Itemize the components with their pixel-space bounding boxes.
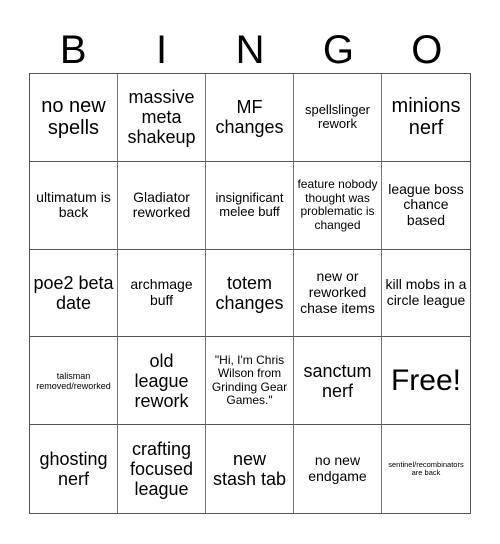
cell-text: sanctum nerf: [303, 360, 372, 401]
cell-text: massive meta shakeup: [127, 87, 196, 148]
cell-text: minions nerf: [391, 95, 461, 140]
cell-text: kill mobs in a circle league: [385, 276, 467, 308]
cell-text: poe2 beta date: [33, 272, 114, 313]
bingo-cell[interactable]: no new endgame: [294, 425, 382, 513]
bingo-cell[interactable]: archmage buff: [118, 249, 206, 338]
cell-text: no new spells: [41, 95, 106, 140]
free-space-cell[interactable]: Free!: [382, 337, 470, 426]
cell-text: new or reworked chase items: [300, 268, 375, 316]
bingo-cell[interactable]: talisman removed/reworked: [30, 337, 118, 426]
header-letter-i: I: [156, 28, 168, 72]
cell-text: archmage buff: [130, 276, 193, 308]
cell-text: crafting focused league: [129, 438, 194, 500]
bingo-cell[interactable]: MF changes: [206, 74, 294, 162]
bingo-cell[interactable]: crafting focused league: [118, 425, 206, 513]
bingo-cell[interactable]: poe2 beta date: [30, 249, 118, 338]
bingo-cell[interactable]: no new spells: [30, 74, 118, 162]
header-letter-n: N: [235, 28, 265, 72]
bingo-header: B I N G O: [29, 28, 471, 73]
cell-text: Free!: [390, 363, 462, 397]
bingo-cell[interactable]: league boss chance based: [382, 162, 470, 250]
cell-text: old league rework: [134, 350, 189, 411]
cell-text: feature nobody thought was problematic i…: [297, 177, 378, 232]
bingo-cell[interactable]: new or reworked chase items: [294, 249, 382, 338]
bingo-cell[interactable]: insignificant melee buff: [206, 161, 294, 250]
cell-text: no new endgame: [308, 452, 367, 485]
cell-text: spellslinger rework: [304, 101, 371, 132]
header-letter-g: G: [322, 28, 354, 72]
bingo-cell[interactable]: ghosting nerf: [30, 425, 118, 513]
bingo-cell[interactable]: sanctum nerf: [294, 337, 382, 426]
bingo-cell[interactable]: feature nobody thought was problematic i…: [294, 161, 382, 250]
bingo-grid: no new spells massive meta shakeup MF ch…: [29, 73, 471, 514]
header-letter-o: O: [411, 28, 443, 72]
bingo-cell[interactable]: minions nerf: [382, 74, 470, 162]
bingo-cell[interactable]: "Hi, I'm Chris Wilson from Grinding Gear…: [206, 337, 294, 426]
bingo-cell[interactable]: new stash tab: [206, 425, 294, 513]
cell-text: insignificant melee buff: [215, 189, 284, 220]
cell-text: "Hi, I'm Chris Wilson from Grinding Gear…: [211, 352, 288, 408]
cell-text: talisman removed/reworked: [36, 370, 111, 391]
bingo-cell[interactable]: totem changes: [206, 249, 294, 338]
bingo-cell[interactable]: ultimatum is back: [30, 161, 118, 250]
bingo-cell[interactable]: spellslinger rework: [294, 74, 382, 162]
cell-text: totem changes: [215, 272, 284, 313]
cell-text: ultimatum is back: [36, 188, 111, 221]
cell-text: Gladiator reworked: [132, 188, 191, 221]
bingo-cell[interactable]: Gladiator reworked: [118, 161, 206, 250]
bingo-cell[interactable]: kill mobs in a circle league: [382, 250, 470, 338]
cell-text: new stash tab: [212, 448, 287, 490]
bingo-cell[interactable]: sentinel/recombinators are back: [382, 425, 470, 513]
cell-text: ghosting nerf: [39, 448, 108, 490]
bingo-cell[interactable]: massive meta shakeup: [118, 74, 206, 162]
cell-text: league boss chance based: [388, 180, 464, 229]
bingo-cell[interactable]: old league rework: [118, 337, 206, 426]
header-letter-b: B: [59, 28, 87, 72]
cell-text: MF changes: [215, 97, 284, 138]
cell-text: sentinel/recombinators are back: [388, 459, 464, 478]
